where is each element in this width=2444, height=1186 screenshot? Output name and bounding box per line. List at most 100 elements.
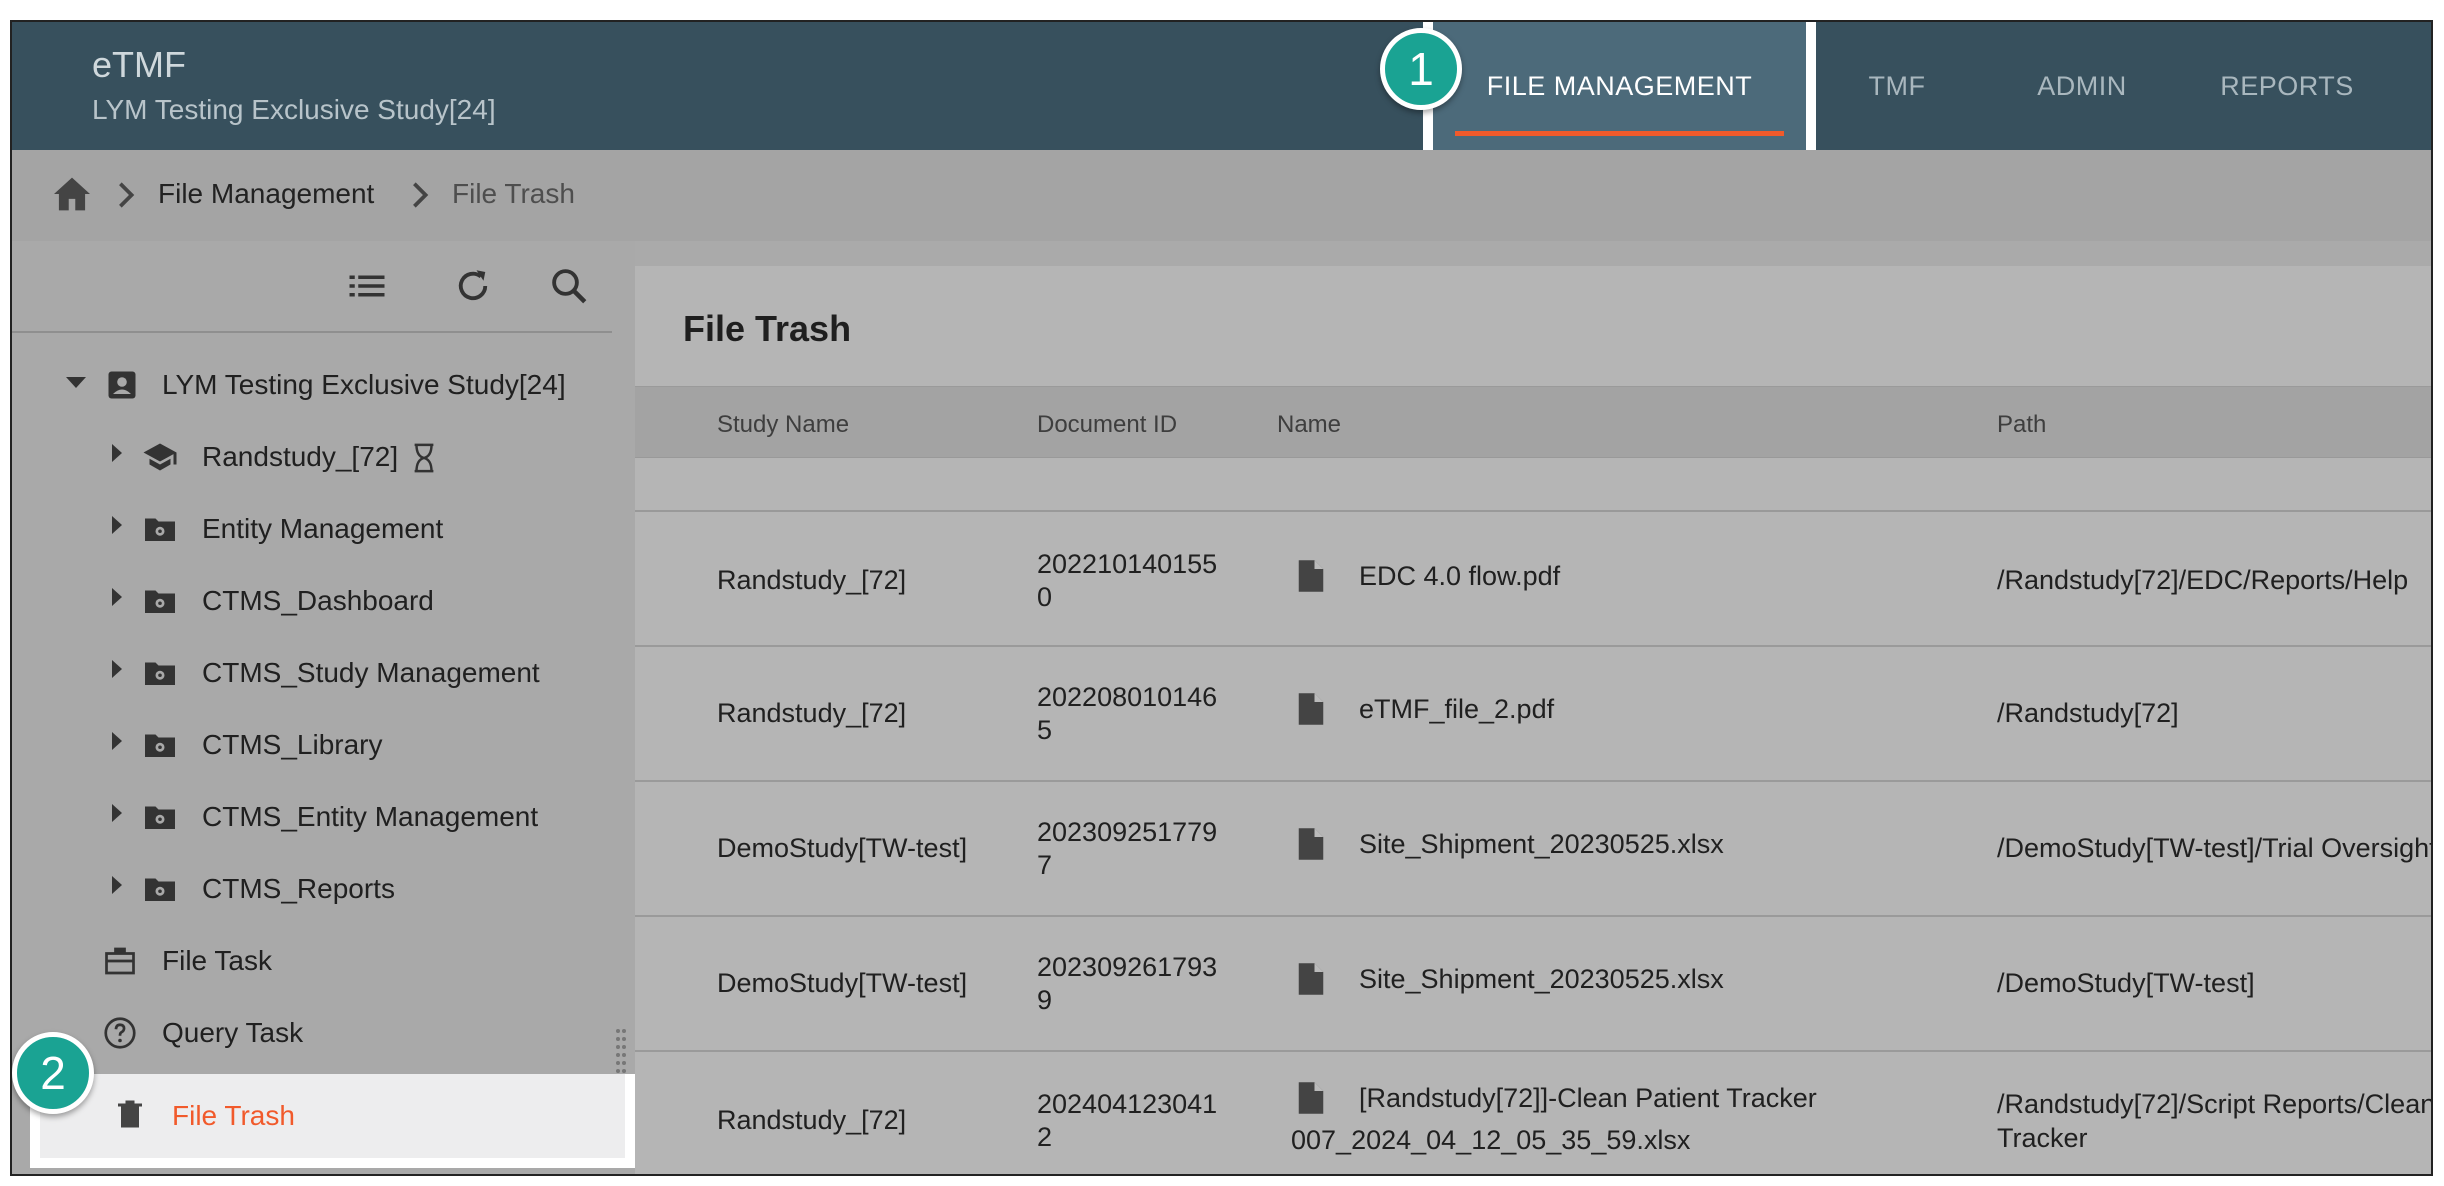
tree-item-entity-management[interactable]: Entity Management <box>12 499 612 559</box>
file-icon <box>1298 560 1324 592</box>
caret-down-icon[interactable] <box>66 377 86 388</box>
sidebar-item-query-task[interactable]: Query Task <box>12 1003 612 1063</box>
folder-settings-icon <box>145 590 175 613</box>
cell-file-name-line1[interactable]: [Randstudy[72]]-Clean Patient Tracker <box>1359 1082 1817 1115</box>
sidebar: LYM Testing Exclusive Study[24] Randstud… <box>12 241 635 1174</box>
cell-path: /Randstudy[72]/EDC/Reports/Help <box>1997 565 2409 595</box>
chevron-right-icon <box>413 182 429 208</box>
study-title: LYM Testing Exclusive Study[24] <box>92 94 496 125</box>
caret-right-icon[interactable] <box>112 588 122 606</box>
column-header-path[interactable]: Path <box>1997 411 2046 439</box>
help-circle-icon <box>104 1017 136 1049</box>
tree-item-label: Randstudy_[72] <box>202 441 399 472</box>
sidebar-item-label: Query Task <box>162 1017 304 1048</box>
cell-document-id: 2022080101465 <box>1037 682 1218 745</box>
list-icon[interactable] <box>346 265 388 307</box>
tree-root-study[interactable]: LYM Testing Exclusive Study[24] <box>12 355 612 415</box>
file-icon <box>1298 828 1324 860</box>
sidebar-item-file-task[interactable]: File Task <box>12 931 612 991</box>
cell-path: /DemoStudy[TW-test]/Trial Oversight <box>1997 833 2433 863</box>
hourglass-icon <box>414 443 434 473</box>
cell-study-name: Randstudy_[72] <box>717 1105 907 1135</box>
tree-item-label: CTMS_Entity Management <box>202 801 539 832</box>
file-icon <box>1298 693 1324 725</box>
tab-admin[interactable]: ADMIN <box>2012 22 2152 150</box>
folder-settings-icon <box>145 734 175 757</box>
school-icon <box>143 443 177 471</box>
tree-item-label: Entity Management <box>202 513 444 544</box>
breadcrumb-file-management[interactable]: File Management <box>158 178 374 210</box>
breadcrumb-file-trash: File Trash <box>452 178 575 209</box>
cell-file-name[interactable]: eTMF_file_2.pdf <box>1359 693 1554 726</box>
sidebar-item-file-trash[interactable]: File Trash <box>30 1074 635 1168</box>
trash-icon <box>118 1100 142 1128</box>
cell-file-name[interactable]: Site_Shipment_20230525.xlsx <box>1359 828 1724 861</box>
main-panel: File Trash Study Name Document ID Name P… <box>635 266 2433 1174</box>
cell-path: /Randstudy[72] <box>1997 698 2179 728</box>
tree-item-ctms-entity-management[interactable]: CTMS_Entity Management <box>12 787 612 847</box>
home-icon[interactable] <box>52 176 92 212</box>
active-tab-indicator <box>1455 131 1784 136</box>
step-badge-1: 1 <box>1380 28 1462 110</box>
tab-tmf[interactable]: TMF <box>1842 22 1952 150</box>
cell-document-id: 2023092617939 <box>1037 952 1218 1015</box>
search-icon[interactable] <box>548 265 590 307</box>
table-row[interactable]: DemoStudy[TW-test] 2023092617939 Site_Sh… <box>635 919 2431 1052</box>
tree-root-label: LYM Testing Exclusive Study[24] <box>162 369 566 400</box>
caret-right-icon[interactable] <box>112 804 122 822</box>
folder-settings-icon <box>145 806 175 829</box>
tree-item-ctms-study-management[interactable]: CTMS_Study Management <box>12 643 612 703</box>
file-icon <box>1298 963 1324 995</box>
table-header: Study Name Document ID Name Path <box>635 386 2431 458</box>
refresh-icon[interactable] <box>452 265 494 307</box>
caret-right-icon[interactable] <box>112 660 122 678</box>
column-header-name[interactable]: Name <box>1277 411 1341 439</box>
cell-path: /DemoStudy[TW-test] <box>1997 968 2255 998</box>
table-row[interactable]: Randstudy_[72] 2022080101465 eTMF_file_2… <box>635 649 2431 782</box>
cell-file-name-line2[interactable]: 007_2024_04_12_05_35_59.xlsx <box>1291 1124 1690 1157</box>
cell-document-id: 2024041230412 <box>1037 1089 1218 1152</box>
sidebar-item-label: File Trash <box>172 1100 295 1131</box>
cell-document-id: 2023092517797 <box>1037 817 1218 880</box>
page-title: File Trash <box>683 308 852 349</box>
column-header-study-name[interactable]: Study Name <box>717 411 849 439</box>
tree-item-label: CTMS_Library <box>202 729 383 760</box>
cell-path-line1: /Randstudy[72]/Script Reports/Clean Pati… <box>1997 1089 2433 1119</box>
cell-path-line2: Tracker <box>1997 1123 2088 1153</box>
folder-settings-icon <box>145 878 175 901</box>
tree-item-ctms-dashboard[interactable]: CTMS_Dashboard <box>12 571 612 631</box>
caret-right-icon[interactable] <box>112 516 122 534</box>
column-header-document-id[interactable]: Document ID <box>1037 411 1177 439</box>
file-icon <box>1298 1082 1324 1114</box>
caret-right-icon[interactable] <box>112 876 122 894</box>
cell-file-name[interactable]: EDC 4.0 flow.pdf <box>1359 560 1560 593</box>
tree-item-label: CTMS_Dashboard <box>202 585 434 616</box>
briefcase-icon <box>105 947 135 975</box>
app-window: eTMF LYM Testing Exclusive Study[24] FIL… <box>10 20 2433 1176</box>
table-row[interactable]: Randstudy_[72] 2022101401550 EDC 4.0 flo… <box>635 514 2431 647</box>
step-badge-2: 2 <box>12 1032 94 1114</box>
table-row[interactable]: DemoStudy[TW-test] 2023092517797 Site_Sh… <box>635 784 2433 917</box>
cell-study-name: DemoStudy[TW-test] <box>717 833 968 863</box>
folder-settings-icon <box>145 518 175 541</box>
tree-item-randstudy[interactable]: Randstudy_[72] <box>12 427 612 487</box>
tree-item-label: CTMS_Study Management <box>202 657 540 688</box>
sidebar-toolbar <box>12 241 612 333</box>
cell-file-name[interactable]: Site_Shipment_20230525.xlsx <box>1359 963 1724 996</box>
cell-study-name: DemoStudy[TW-test] <box>717 968 968 998</box>
app-header: eTMF LYM Testing Exclusive Study[24] FIL… <box>12 22 2431 166</box>
caret-right-icon[interactable] <box>112 444 122 462</box>
cell-study-name: Randstudy_[72] <box>717 698 907 728</box>
caret-right-icon[interactable] <box>112 732 122 750</box>
account-box-icon <box>108 371 136 399</box>
tab-file-management[interactable]: FILE MANAGEMENT <box>1423 22 1816 166</box>
tree-item-label: CTMS_Reports <box>202 873 395 904</box>
table-row[interactable]: Randstudy_[72] 2024041230412 [Randstudy[… <box>635 1054 2433 1174</box>
tree-item-ctms-reports[interactable]: CTMS_Reports <box>12 859 612 919</box>
app-title: eTMF <box>92 44 186 85</box>
folder-settings-icon <box>145 662 175 685</box>
tab-label: FILE MANAGEMENT <box>1486 71 1753 101</box>
tab-reports[interactable]: REPORTS <box>2202 22 2372 150</box>
cell-document-id: 2022101401550 <box>1037 549 1218 612</box>
tree-item-ctms-library[interactable]: CTMS_Library <box>12 715 612 775</box>
